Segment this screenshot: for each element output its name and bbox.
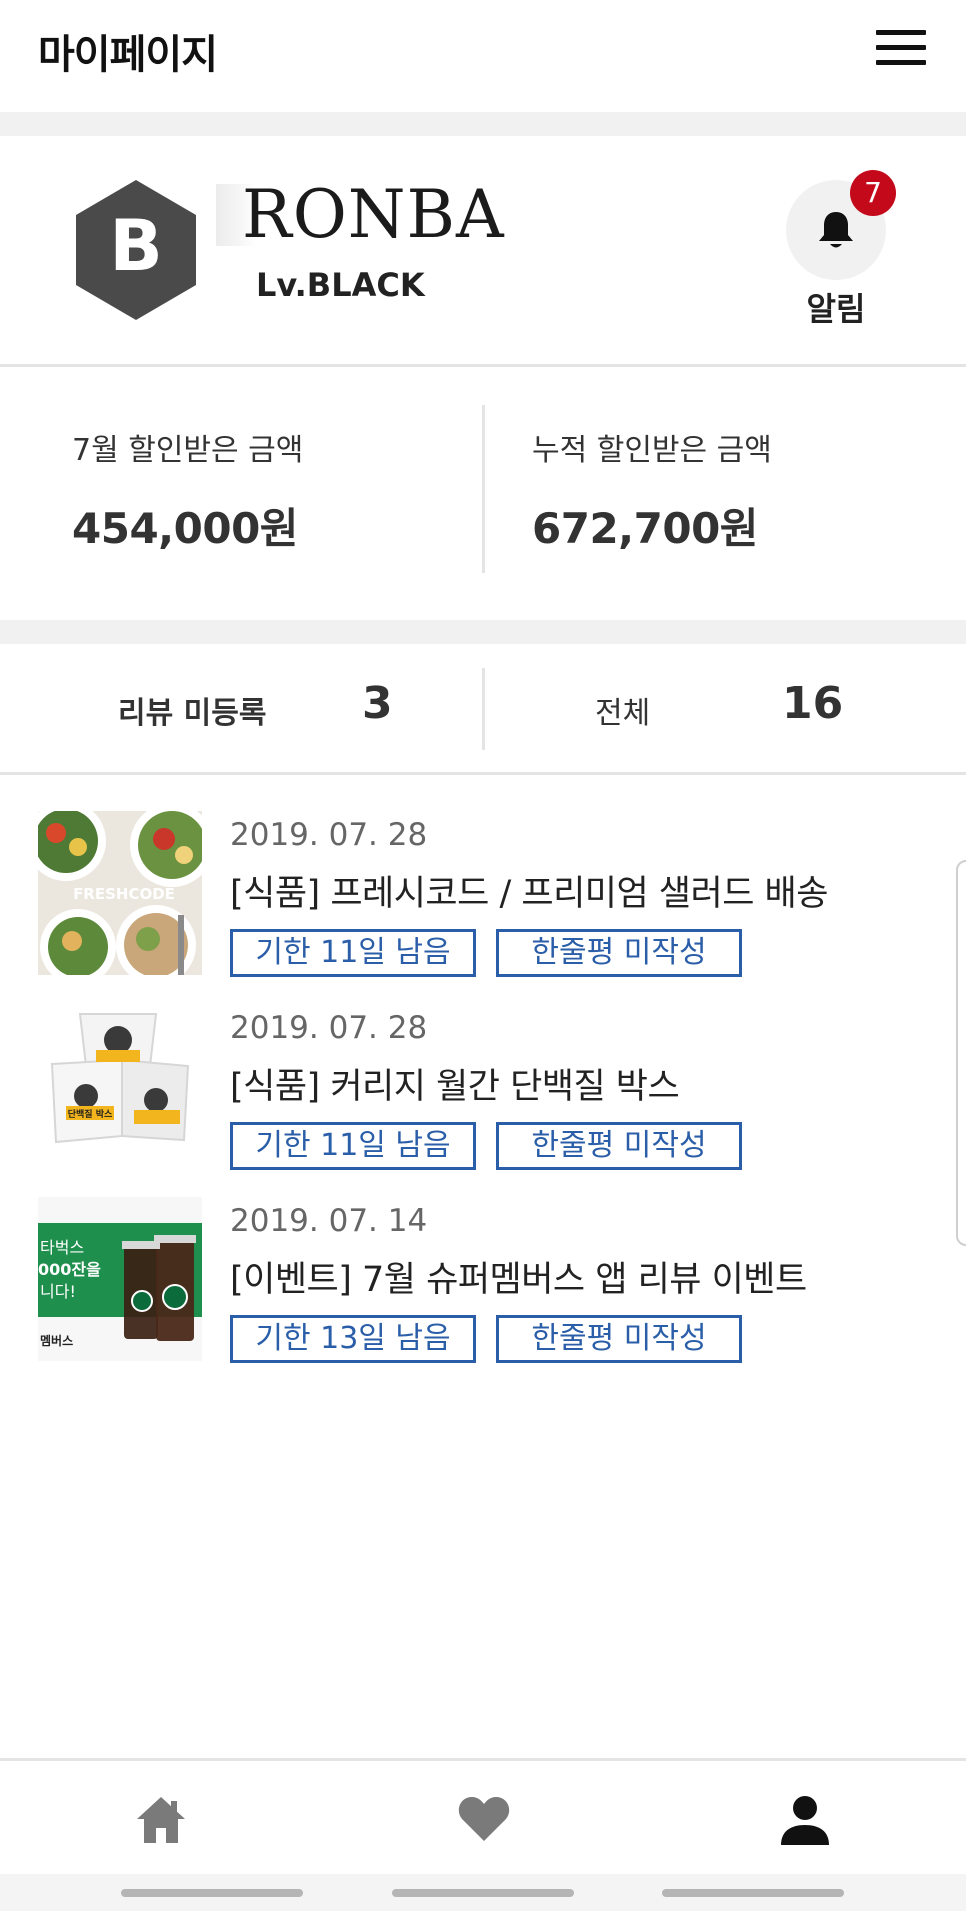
tab-count: 3 <box>362 678 393 729</box>
tab-unregistered-reviews[interactable]: 리뷰 미등록 3 <box>0 644 482 772</box>
system-gesture-bar <box>0 1874 966 1911</box>
app-header: 마이페이지 <box>0 0 966 112</box>
thumbnail-text-line: 타벅스 <box>40 1238 84 1257</box>
hexagon-level-badge-icon: B <box>74 178 198 322</box>
badge-letter: B <box>109 205 162 287</box>
tab-label: 전체 <box>595 696 651 731</box>
section-spacer <box>0 620 966 644</box>
thumbnail-tag-text: 멤버스 <box>40 1333 73 1348</box>
divider <box>0 772 966 775</box>
review-status-chip[interactable]: 한줄평 미작성 <box>496 1122 742 1170</box>
person-icon <box>781 1796 829 1845</box>
thumbnail-image: 타벅스 000잔을 니다! 멤버스 <box>38 1197 202 1361</box>
item-title: [식품] 프레시코드 / 프리미엄 샐러드 배송 <box>230 874 828 914</box>
nav-favorites-button[interactable] <box>423 1761 543 1877</box>
thumbnail-product-text: 단백질 박스 <box>68 1108 113 1120</box>
section-spacer <box>0 112 966 136</box>
deadline-chip[interactable]: 기한 13일 남음 <box>230 1315 476 1363</box>
item-title: [식품] 커리지 월간 단백질 박스 <box>230 1067 680 1107</box>
nav-home-button[interactable] <box>101 1761 221 1877</box>
member-level: Lv.BLACK <box>256 266 425 304</box>
side-drawer-handle[interactable] <box>956 860 966 1246</box>
thumbnail-text-line: 니다! <box>40 1282 76 1301</box>
review-tabs: 리뷰 미등록 3 전체 16 <box>0 644 966 772</box>
bell-icon <box>819 212 853 248</box>
page-title: 마이페이지 <box>38 32 218 78</box>
list-item[interactable]: FRESHCODE 2019. 07. 28 [식품] 프레시코드 / 프리미엄… <box>0 795 966 977</box>
review-status-chip[interactable]: 한줄평 미작성 <box>496 1315 742 1363</box>
tab-count: 16 <box>782 678 844 729</box>
nav-mypage-button[interactable] <box>745 1761 865 1877</box>
item-title: [이벤트] 7월 슈퍼멤버스 앱 리뷰 이벤트 <box>230 1260 807 1300</box>
username: RONBA <box>216 182 505 248</box>
total-savings-value: 672,700원 <box>532 504 758 553</box>
item-date: 2019. 07. 28 <box>230 1010 428 1046</box>
tab-all-reviews[interactable]: 전체 16 <box>485 644 966 772</box>
notification-count-badge: 7 <box>850 170 896 216</box>
gesture-pill[interactable] <box>662 1889 844 1897</box>
list-item[interactable]: 단백질 박스 2019. 07. 28 [식품] 커리지 월간 단백질 박스 기… <box>0 988 966 1170</box>
deadline-chip[interactable]: 기한 11일 남음 <box>230 1122 476 1170</box>
gesture-pill[interactable] <box>121 1889 303 1897</box>
notification-label: 알림 <box>806 290 866 328</box>
month-savings-value: 454,000원 <box>72 504 298 553</box>
profile-section: B RONBA Lv.BLACK 7 알림 <box>0 136 966 364</box>
hamburger-menu-icon[interactable] <box>874 28 928 68</box>
deadline-chip[interactable]: 기한 11일 남음 <box>230 929 476 977</box>
review-status-chip[interactable]: 한줄평 미작성 <box>496 929 742 977</box>
bottom-navigation <box>0 1758 966 1874</box>
thumbnail-image: 단백질 박스 <box>38 1004 202 1168</box>
heart-icon <box>458 1796 510 1841</box>
thumbnail-text-line: 000잔을 <box>38 1260 101 1279</box>
home-icon <box>137 1797 185 1843</box>
list-item[interactable]: 타벅스 000잔을 니다! 멤버스 2019. 07. 14 [이벤트] 7월 … <box>0 1181 966 1363</box>
thumbnail-image: FRESHCODE <box>38 811 202 975</box>
gesture-pill[interactable] <box>392 1889 574 1897</box>
savings-summary: 7월 할인받은 금액 454,000원 누적 할인받은 금액 672,700원 <box>0 367 966 620</box>
divider <box>482 405 485 573</box>
thumbnail-brand-text: FRESHCODE <box>73 885 175 903</box>
tab-label: 리뷰 미등록 <box>118 696 267 731</box>
month-savings-label: 7월 할인받은 금액 <box>72 433 304 468</box>
item-date: 2019. 07. 14 <box>230 1203 428 1239</box>
item-date: 2019. 07. 28 <box>230 817 428 853</box>
total-savings-label: 누적 할인받은 금액 <box>532 433 772 468</box>
